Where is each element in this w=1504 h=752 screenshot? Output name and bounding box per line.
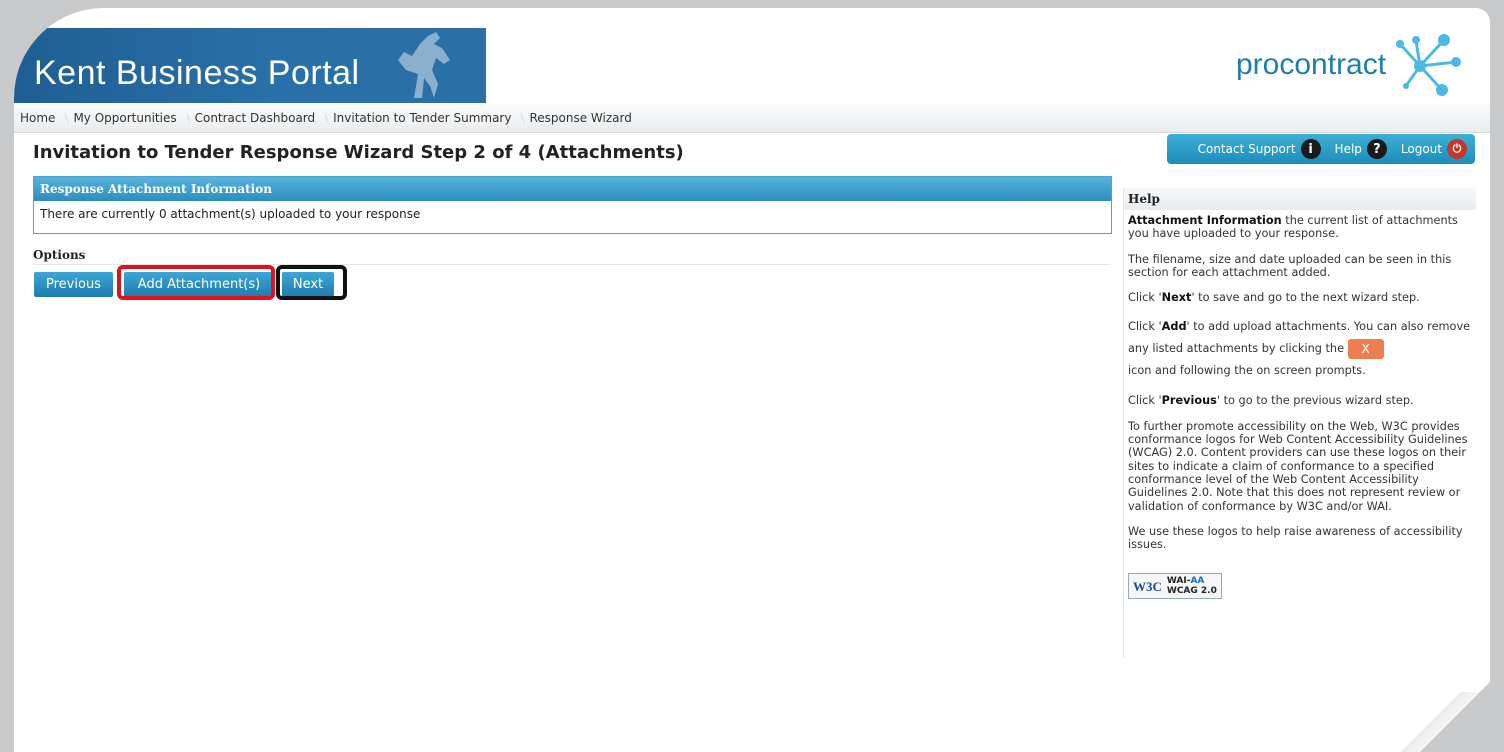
help-paragraph: We use these logos to help raise awarene… — [1128, 524, 1463, 552]
next-button[interactable]: Next — [282, 272, 334, 297]
page-title: Invitation to Tender Response Wizard Ste… — [33, 142, 684, 163]
breadcrumb-invitation-summary[interactable]: Invitation to Tender Summary — [327, 104, 523, 132]
logout-label: Logout — [1400, 142, 1442, 156]
site-title: Kent Business Portal — [34, 54, 360, 92]
remove-x-icon: X — [1347, 339, 1384, 360]
help-paragraph: Click 'Add' to add upload attachments. Y… — [1128, 320, 1471, 378]
site-banner[interactable]: Kent Business Portal — [14, 28, 486, 103]
help-header: Help — [1124, 188, 1476, 210]
info-icon: i — [1300, 139, 1321, 159]
contact-support-button[interactable]: Contact Support i — [1198, 139, 1321, 159]
contact-support-label: Contact Support — [1197, 142, 1296, 156]
options-label: Options — [33, 248, 86, 262]
help-paragraph: The filename, size and date uploaded can… — [1128, 252, 1452, 279]
help-paragraph: To further promote accessibility on the … — [1128, 419, 1468, 513]
procontract-logo[interactable]: procontract — [1236, 34, 1466, 98]
support-bar: Contact Support i Help ? Logout ⏻ — [1167, 134, 1475, 164]
logo-text: procontract — [1236, 48, 1387, 81]
w3c-logo-icon: W3C — [1133, 578, 1162, 594]
help-label: Help — [1334, 142, 1362, 156]
help-paragraph: Attachment Information the current list … — [1128, 214, 1458, 241]
panel-header: Response Attachment Information — [34, 177, 1111, 201]
w3c-wcag-badge[interactable]: W3C WAI-AA WCAG 2.0 — [1128, 573, 1222, 600]
options-divider — [33, 264, 1111, 265]
power-icon: ⏻ — [1447, 139, 1467, 159]
add-attachment-button[interactable]: Add Attachment(s) — [124, 272, 274, 297]
help-body: Attachment Information the current list … — [1124, 210, 1476, 603]
logout-button[interactable]: Logout ⏻ — [1401, 139, 1467, 159]
attachment-info-panel: Response Attachment Information There ar… — [33, 176, 1112, 234]
breadcrumb-home[interactable]: Home — [14, 104, 67, 132]
breadcrumb-contract-dashboard[interactable]: Contract Dashboard — [189, 104, 328, 132]
panel-body: There are currently 0 attachment(s) uplo… — [40, 207, 421, 221]
page-curl — [1420, 682, 1490, 752]
help-button[interactable]: Help ? — [1335, 139, 1387, 159]
browser-frame: Kent Business Portal procontract Home My… — [14, 8, 1490, 752]
breadcrumb-response-wizard[interactable]: Response Wizard — [523, 104, 643, 132]
question-icon: ? — [1366, 139, 1387, 159]
help-paragraph: Click 'Previous' to go to the previous w… — [1128, 394, 1414, 408]
network-logo-icon — [1396, 34, 1461, 96]
breadcrumb: Home My Opportunities Contract Dashboard… — [14, 104, 1490, 133]
previous-button[interactable]: Previous — [34, 272, 113, 297]
breadcrumb-my-opportunities[interactable]: My Opportunities — [67, 104, 188, 132]
kent-horse-icon — [398, 32, 450, 98]
help-sidebar: Help Attachment Information the current … — [1123, 188, 1476, 658]
help-paragraph: Click 'Next' to save and go to the next … — [1128, 291, 1420, 305]
